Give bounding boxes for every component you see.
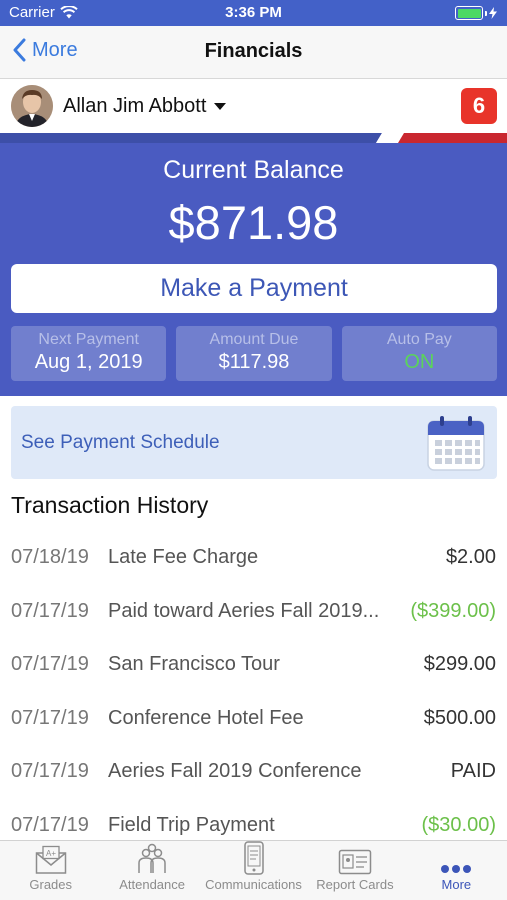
transaction-amount: $500.00	[423, 706, 496, 729]
transaction-date: 07/18/19	[11, 546, 89, 568]
report-cards-icon	[338, 849, 372, 875]
communications-icon	[243, 841, 264, 875]
transaction-row[interactable]: 07/17/19 Conference Hotel Fee $500.00	[0, 692, 507, 746]
next-payment-value: Aug 1, 2019	[34, 351, 143, 373]
transaction-amount: ($30.00)	[421, 813, 497, 836]
transaction-date: 07/17/19	[11, 653, 89, 676]
more-icon	[441, 865, 472, 873]
transaction-description: Aeries Fall 2019 Conference	[108, 760, 362, 783]
tab-report-cards[interactable]: Report Cards	[304, 841, 405, 900]
svg-text:A+: A+	[46, 849, 56, 858]
auto-pay-label: Auto Pay	[386, 331, 452, 348]
avatar	[11, 85, 53, 127]
transaction-description: San Francisco Tour	[108, 653, 280, 676]
amount-due-value: $117.98	[218, 351, 290, 373]
student-name: Allan Jim Abbott	[63, 95, 207, 117]
grades-icon: A+	[35, 845, 66, 874]
tab-communications[interactable]: Communications	[203, 841, 304, 900]
battery-icon	[455, 6, 497, 20]
caret-down-icon	[214, 102, 227, 110]
transaction-description: Conference Hotel Fee	[108, 706, 304, 729]
auto-pay-status: ON	[404, 351, 435, 373]
header-stripe	[0, 133, 507, 143]
next-payment-label: Next Payment	[38, 331, 139, 348]
attendance-icon	[138, 843, 166, 873]
tab-attendance[interactable]: Attendance	[101, 841, 202, 900]
transaction-amount: PAID	[450, 760, 496, 783]
transaction-description: Late Fee Charge	[108, 546, 259, 568]
make-payment-button[interactable]: Make a Payment	[11, 264, 497, 313]
transaction-row[interactable]: 07/17/19 Paid toward Aeries Fall 2019...…	[0, 585, 507, 639]
tab-more[interactable]: More	[406, 841, 507, 900]
balance-label: Current Balance	[163, 156, 344, 184]
transaction-row[interactable]: 07/17/19 Aeries Fall 2019 Conference PAI…	[0, 745, 507, 799]
transaction-amount: ($399.00)	[410, 599, 496, 622]
calendar-icon	[427, 416, 485, 471]
amount-due-box: Amount Due $117.98	[176, 326, 332, 381]
transaction-amount: $299.00	[423, 653, 496, 676]
amount-due-label: Amount Due	[209, 331, 299, 348]
transaction-amount: $2.00	[445, 546, 496, 568]
transaction-date: 07/17/19	[11, 813, 89, 836]
clock: 3:36 PM	[225, 4, 282, 21]
tab-bar: A+ Grades Attendance Communications Repo…	[0, 840, 507, 900]
transaction-description: Field Trip Payment	[108, 813, 275, 836]
transaction-history-title: Transaction History	[11, 492, 209, 518]
student-name-dropdown[interactable]: Allan Jim Abbott	[63, 95, 227, 118]
tab-grades[interactable]: A+ Grades	[0, 841, 101, 900]
notification-badge[interactable]: 6	[461, 88, 497, 124]
balance-amount: $871.98	[168, 196, 339, 249]
transaction-date: 07/17/19	[11, 760, 89, 783]
charging-icon	[489, 7, 497, 19]
payment-schedule-button[interactable]: See Payment Schedule	[11, 406, 497, 479]
balance-panel: Current Balance $871.98 Make a Payment N…	[0, 143, 507, 396]
transaction-date: 07/17/19	[11, 599, 89, 622]
payment-schedule-label: See Payment Schedule	[21, 432, 220, 453]
tab-label: Attendance	[119, 877, 185, 892]
transaction-date: 07/17/19	[11, 706, 89, 729]
transaction-row[interactable]: 07/18/19 Late Fee Charge $2.00	[0, 531, 507, 585]
next-payment-box: Next Payment Aug 1, 2019	[11, 326, 167, 381]
tab-label: Communications	[205, 877, 302, 892]
page-title: Financials	[204, 40, 303, 62]
navigation-bar: More Financials	[0, 26, 507, 79]
transaction-list: 07/18/19 Late Fee Charge $2.00 07/17/19 …	[0, 531, 507, 853]
tab-label: More	[441, 877, 472, 892]
tab-label: Grades	[29, 877, 73, 892]
student-selector-row: Allan Jim Abbott 6	[0, 80, 507, 133]
payment-info-boxes: Next Payment Aug 1, 2019 Amount Due $117…	[11, 326, 497, 381]
status-bar: Carrier 3:36 PM	[0, 0, 507, 26]
transaction-row[interactable]: 07/17/19 San Francisco Tour $299.00	[0, 638, 507, 692]
tab-label: Report Cards	[316, 877, 394, 892]
transaction-description: Paid toward Aeries Fall 2019...	[108, 599, 380, 622]
auto-pay-box[interactable]: Auto Pay ON	[341, 326, 497, 381]
